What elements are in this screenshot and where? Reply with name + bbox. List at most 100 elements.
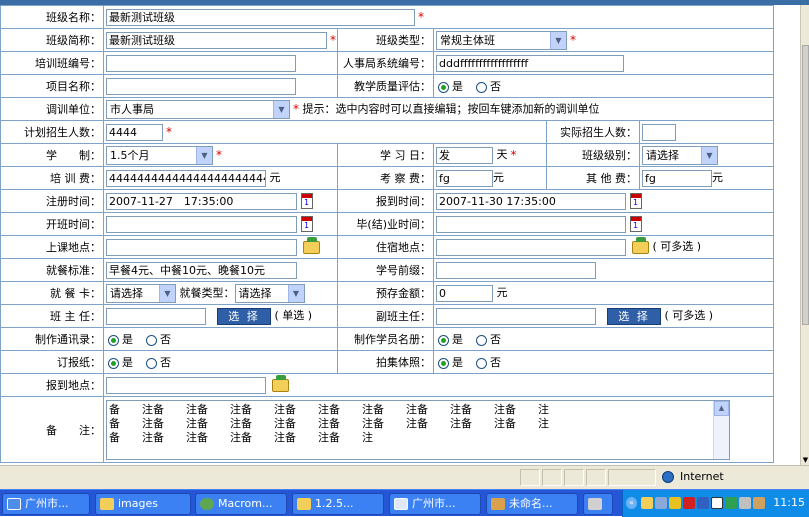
dreamweaver-icon	[200, 498, 214, 510]
training-fee-input[interactable]: 4444444444444444444444444	[106, 169, 266, 187]
globe-icon	[662, 471, 674, 483]
class-name-label: 班级名称：	[0, 5, 104, 29]
taskbar-item-folder-125[interactable]: 1.2.5...	[292, 493, 384, 515]
study-days-input[interactable]: 发	[436, 146, 493, 164]
training-fee-label: 培 训 费：	[0, 166, 104, 190]
chevron-down-icon[interactable]: ▼	[196, 146, 212, 164]
deputy-head-label: 副班主任：	[337, 304, 434, 328]
scroll-up-icon[interactable]: ▲	[714, 400, 729, 416]
clock: 11:15	[773, 496, 805, 509]
taskbar-item-images[interactable]: images	[95, 493, 191, 515]
deposit-label: 预存金额：	[337, 281, 434, 305]
folder-icon[interactable]	[632, 236, 649, 254]
meal-card-value: 请选择	[110, 286, 143, 300]
transfer-unit-value: 市人事局	[110, 102, 154, 116]
taskbar: 广州市... images Macrom... 1.2.5... 广州市... …	[0, 489, 809, 517]
inspection-fee-input[interactable]: fg	[436, 169, 493, 187]
transfer-unit-label: 调训单位：	[0, 97, 104, 121]
head-teacher-select-button[interactable]: 选 择	[217, 307, 271, 325]
chevron-left-icon[interactable]: «	[626, 497, 637, 509]
page-scrollbar[interactable]: ▼	[800, 5, 809, 465]
chevron-down-icon[interactable]: ▼	[273, 100, 289, 118]
printer-icon[interactable]	[739, 497, 751, 509]
other-fee-input[interactable]: fg	[642, 169, 712, 187]
hr-no-input[interactable]: dddffffffffffffffffff	[436, 54, 624, 72]
plan-students-input[interactable]: 4444	[106, 123, 163, 141]
group-photo-no-radio[interactable]	[476, 357, 487, 369]
display-icon[interactable]	[697, 497, 709, 509]
textarea-scrollbar[interactable]: ▲	[713, 400, 729, 459]
folder-icon[interactable]	[272, 374, 289, 392]
class-location-input[interactable]	[106, 238, 297, 256]
taskbar-item-calculator[interactable]	[583, 493, 613, 515]
required-mark: *	[166, 125, 172, 139]
network-icon[interactable]	[655, 497, 667, 509]
head-teacher-input[interactable]	[106, 307, 206, 325]
taskbar-item-guangzhou-1[interactable]: 广州市...	[2, 493, 90, 515]
actual-students-input[interactable]	[642, 123, 676, 141]
chevron-down-icon[interactable]: ▼	[701, 146, 717, 164]
contact-list-label: 制作通讯录：	[0, 327, 104, 351]
deposit-input[interactable]: 0	[436, 284, 493, 302]
student-cards-yes-radio[interactable]	[438, 334, 449, 346]
calendar-icon[interactable]	[301, 216, 313, 232]
calendar-icon[interactable]	[630, 193, 642, 209]
report-location-input[interactable]	[106, 376, 266, 394]
class-short-input[interactable]: 最新测试班级	[106, 31, 327, 49]
start-time-input[interactable]	[106, 215, 297, 233]
school-system-value: 1.5个月	[110, 148, 150, 162]
report-location-label: 报到地点：	[0, 373, 104, 397]
lodging-input[interactable]	[436, 238, 626, 256]
register-time-input[interactable]: 2007-11-27 17:35:00	[106, 192, 297, 210]
class-level-label: 班级级别：	[546, 143, 640, 167]
training-no-input[interactable]	[106, 54, 296, 72]
graduate-time-input[interactable]	[436, 215, 626, 233]
student-cards-no-radio[interactable]	[476, 334, 487, 346]
scrollbar-thumb[interactable]	[802, 45, 809, 325]
folder-tray-icon[interactable]	[641, 497, 653, 509]
meal-type-select[interactable]: 请选择 ▼	[234, 283, 305, 303]
quality-eval-no-radio[interactable]	[476, 81, 487, 93]
newspaper-no-radio[interactable]	[146, 357, 157, 369]
class-level-select[interactable]: 请选择 ▼	[642, 145, 718, 165]
shield-icon[interactable]	[669, 497, 681, 509]
meal-standard-input[interactable]: 早餐4元、中餐10元、晚餐10元	[106, 261, 297, 279]
chevron-down-icon[interactable]: ▼	[287, 284, 304, 302]
status-segment	[520, 469, 540, 486]
folder-icon[interactable]	[303, 236, 320, 254]
group-photo-yes-radio[interactable]	[438, 357, 449, 369]
taskbar-item-untitled[interactable]: 未命名...	[486, 493, 578, 515]
transfer-unit-select[interactable]: 市人事局 ▼	[106, 99, 290, 119]
student-prefix-input[interactable]	[436, 261, 596, 279]
radio-label: 是	[452, 356, 463, 369]
messenger-icon[interactable]	[725, 497, 737, 509]
school-system-select[interactable]: 1.5个月 ▼	[106, 145, 213, 165]
scroll-down-icon[interactable]: ▼	[801, 456, 809, 465]
newspaper-yes-radio[interactable]	[108, 357, 119, 369]
remarks-textarea[interactable]: 备 注备 注备 注备 注备 注备 注备 注备 注备 注备 注 备 注备 注备 注…	[106, 399, 730, 460]
chevron-down-icon[interactable]: ▼	[159, 284, 175, 302]
class-type-select[interactable]: 常规主体班 ▼	[436, 30, 567, 50]
graduate-time-label: 毕(结)业时间：	[337, 212, 434, 236]
calendar-icon[interactable]	[630, 216, 642, 232]
required-mark: *	[293, 102, 299, 116]
calendar-icon[interactable]	[301, 193, 313, 209]
deputy-head-input[interactable]	[436, 307, 596, 325]
volume-icon[interactable]	[753, 497, 765, 509]
quality-eval-yes-radio[interactable]	[438, 81, 449, 93]
chevron-down-icon[interactable]: ▼	[550, 31, 566, 49]
head-teacher-label: 班 主 任：	[0, 304, 104, 328]
start-time-label: 开班时间：	[0, 212, 104, 236]
taskbar-item-guangzhou-2[interactable]: 广州市...	[389, 493, 481, 515]
taskbar-item-macromedia[interactable]: Macrom...	[195, 493, 287, 515]
meal-card-select[interactable]: 请选择 ▼	[106, 283, 176, 303]
report-time-input[interactable]: 2007-11-30 17:35:00	[436, 192, 626, 210]
contact-list-yes-radio[interactable]	[108, 334, 119, 346]
monitor-icon[interactable]	[711, 497, 723, 509]
antivirus-icon[interactable]	[683, 497, 695, 509]
project-name-input[interactable]	[106, 77, 296, 95]
class-name-input[interactable]: 最新测试班级	[106, 8, 415, 26]
contact-list-no-radio[interactable]	[146, 334, 157, 346]
deputy-head-select-button[interactable]: 选 择	[607, 307, 661, 325]
study-days-label: 学 习 日：	[337, 143, 434, 167]
